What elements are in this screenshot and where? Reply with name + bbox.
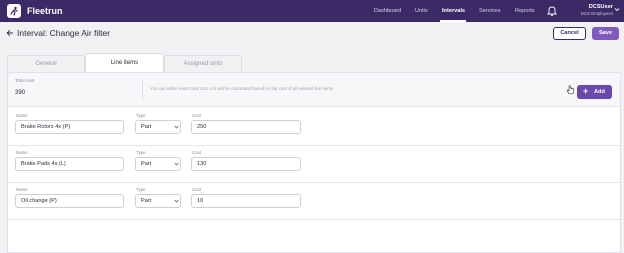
save-button[interactable]: Save	[592, 27, 619, 40]
total-cost-hint: You can either enter total cost or it wi…	[150, 86, 334, 91]
cost-input[interactable]: 130	[191, 157, 301, 171]
nav-services[interactable]: Services	[479, 7, 500, 15]
total-cost-value[interactable]: 390	[15, 89, 25, 97]
caret-down-icon[interactable]	[614, 7, 620, 14]
hand-cursor-icon	[566, 85, 575, 97]
cost-input[interactable]: 250	[191, 120, 301, 134]
total-cost-label: Total cost	[15, 78, 35, 83]
type-select-value: Part	[141, 198, 152, 204]
type-label: Type	[136, 150, 146, 155]
divider	[142, 80, 143, 100]
top-navigation-bar: Fleetrun Dashboard Units Intervals Servi…	[0, 0, 624, 22]
cost-input[interactable]: 10	[191, 194, 301, 208]
nav-intervals[interactable]: Intervals	[442, 7, 465, 15]
line-item-row: Name Brake Rotors 4x (P) Type Part Cost …	[8, 109, 620, 146]
tab-assigned-units[interactable]: Assigned units	[164, 55, 242, 72]
bell-icon[interactable]	[546, 5, 558, 18]
page-title: Interval: Change Air filter	[17, 28, 111, 38]
add-button-label: Add	[594, 89, 605, 95]
chevron-down-icon	[174, 125, 179, 129]
nav-dashboard[interactable]: Dashboard	[374, 7, 401, 15]
back-arrow-icon[interactable]	[6, 29, 14, 39]
line-items-panel: Total cost 390 You can either enter tota…	[7, 72, 621, 253]
type-select-value: Part	[141, 124, 152, 130]
tab-line-items[interactable]: Line items	[85, 53, 164, 73]
brand-name[interactable]: Fleetrun	[27, 5, 63, 17]
cancel-button[interactable]: Cancel	[553, 27, 586, 40]
line-item-row: Name Oil change (P) Type Part Cost 10	[8, 183, 620, 220]
type-select[interactable]: Part	[135, 120, 181, 134]
type-select[interactable]: Part	[135, 194, 181, 208]
name-input[interactable]: Brake Rotors 4x (P)	[15, 120, 124, 134]
tab-general[interactable]: General	[7, 55, 85, 72]
name-label: Name	[16, 150, 28, 155]
user-name[interactable]: DCSUser	[583, 4, 613, 11]
type-label: Type	[136, 113, 146, 118]
name-label: Name	[16, 187, 28, 192]
name-input[interactable]: Brake Pads 4x (L)	[15, 157, 124, 171]
chevron-down-icon	[174, 162, 179, 166]
chevron-down-icon	[174, 199, 179, 203]
cost-label: Cost	[192, 113, 202, 118]
nav-reports[interactable]: Reports	[515, 7, 535, 15]
name-label: Name	[16, 113, 28, 118]
line-item-row: Name Brake Pads 4x (L) Type Part Cost 13…	[8, 146, 620, 183]
nav-units[interactable]: Units	[415, 7, 428, 15]
cost-label: Cost	[192, 150, 202, 155]
user-organization: DCS Employees	[580, 11, 613, 16]
type-label: Type	[136, 187, 146, 192]
name-input[interactable]: Oil change (P)	[15, 194, 124, 208]
total-cost-section: Total cost 390 You can either enter tota…	[8, 73, 620, 107]
nav-active-indicator	[440, 20, 466, 22]
add-line-item-button[interactable]: + Add	[577, 85, 612, 99]
type-select-value: Part	[141, 161, 152, 167]
plus-icon: +	[583, 86, 589, 96]
app-logo-icon[interactable]	[7, 4, 21, 18]
cost-label: Cost	[192, 187, 202, 192]
type-select[interactable]: Part	[135, 157, 181, 171]
